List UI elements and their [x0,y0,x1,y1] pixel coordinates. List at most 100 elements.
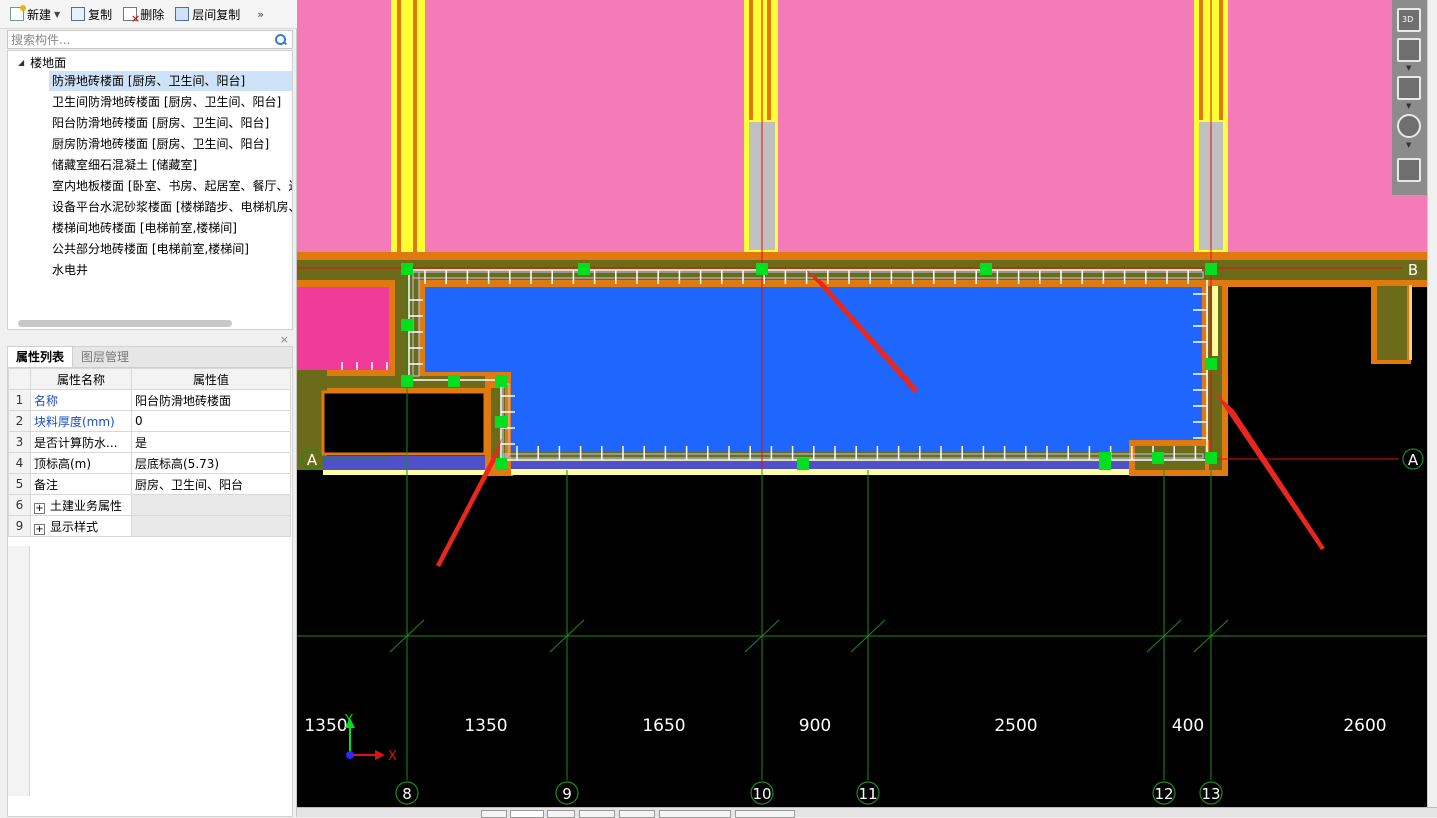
room-fill [297,287,389,372]
properties-table: 属性名称 属性值 1 名称 阳台防滑地砖楼面 2 块料厚度(mm) 0 3 是否… [8,368,291,537]
prop-value [131,494,291,516]
grip-point[interactable] [1205,263,1217,275]
prop-value[interactable]: 厨房、卫生间、阳台 [131,473,291,495]
prop-value[interactable]: 是 [131,431,291,453]
table-row[interactable]: 4 顶标高(m) 层底标高(5.73) [8,452,291,474]
grip-point[interactable] [578,263,590,275]
grid-view-icon[interactable] [1397,158,1421,182]
expand-triangle-icon[interactable]: ◢ [18,58,24,67]
grip-point[interactable] [1099,452,1111,470]
tree-root-floor[interactable]: ◢ 楼地面 [18,53,66,71]
table-header-row: 属性名称 属性值 [8,368,291,390]
tab-properties[interactable]: 属性列表 [8,347,74,367]
prop-value[interactable]: 0 [131,410,291,432]
view-3d-button[interactable]: 3D [1397,8,1421,32]
grip-point[interactable] [401,263,413,275]
tree-item[interactable]: 卫生间防滑地砖楼面 [厨房、卫生间、阳台] [49,92,292,112]
view-top-cube-button[interactable] [1397,38,1421,62]
panel-splitter[interactable]: × [7,333,293,346]
grid-label: 8 [402,785,412,803]
left-panel: 新建 ▼ 复制 删除 层间复制 » ◢ 楼地面 防滑地砖楼面 [厨房、卫生间、阳… [0,0,297,817]
grip-point[interactable] [401,375,413,387]
prop-value [131,515,291,537]
row-index: 6 [8,494,31,516]
expand-plus-icon[interactable]: + [34,502,45,514]
close-icon[interactable]: × [280,333,289,346]
prop-value[interactable]: 阳台防滑地砖楼面 [131,389,291,411]
new-button[interactable]: 新建 ▼ [6,3,64,25]
axis-bubble-a-right[interactable]: A [1402,448,1424,470]
grip-point[interactable] [1205,452,1217,464]
tree-item[interactable]: 楼梯间地砖楼面 [电梯前室,楼梯间] [49,218,292,238]
component-tree: ◢ 楼地面 防滑地砖楼面 [厨房、卫生间、阳台] 卫生间防滑地砖楼面 [厨房、卫… [7,50,293,330]
dimension-label: 400 [1172,716,1204,736]
copy-button[interactable]: 复制 [67,3,116,25]
table-row[interactable]: 6 + 土建业务属性 [8,494,291,516]
chevron-down-icon[interactable]: ▼ [1406,102,1411,110]
header-value: 属性值 [131,368,291,390]
axis-label-b: B [1408,261,1418,279]
floor-copy-button[interactable]: 层间复制 [171,3,244,25]
tree-item[interactable]: 公共部分地砖楼面 [电梯前室,楼梯间] [49,239,292,259]
chevron-down-icon[interactable]: ▼ [1406,141,1411,149]
drawing-canvas[interactable]: A A B 1350 1350 1650 900 2500 400 2600 8… [297,0,1427,807]
status-bar [297,807,1437,818]
grid-label: 12 [1154,785,1173,803]
prop-name: 土建业务属性 [50,498,123,513]
tree-item[interactable]: 室内地板楼面 [卧室、书房、起居室、餐厅、过 [49,176,292,196]
grip-point[interactable] [495,458,507,470]
properties-tabs: 属性列表 图层管理 [8,347,292,368]
search-icon[interactable] [274,33,288,47]
rotate-icon[interactable] [1397,114,1421,138]
ucs-y-label: Y [344,713,353,728]
prop-group[interactable]: + 土建业务属性 [30,494,132,516]
grip-point[interactable] [980,263,992,275]
delete-button[interactable]: 删除 [119,3,168,25]
table-row[interactable]: 1 名称 阳台防滑地砖楼面 [8,389,291,411]
table-row[interactable]: 9 + 显示样式 [8,515,291,537]
slab-edge [511,469,1129,475]
prop-name: 块料厚度(mm) [30,410,132,432]
prop-group[interactable]: + 显示样式 [30,515,132,537]
grid-label: 11 [858,785,877,803]
table-row[interactable]: 2 块料厚度(mm) 0 [8,410,291,432]
axis-label-a: A [1408,451,1419,469]
grid-label: 10 [752,785,771,803]
grip-point[interactable] [1152,452,1164,464]
column [753,0,767,120]
grip-point[interactable] [401,319,413,331]
tree-item[interactable]: 设备平台水泥砂浆楼面 [楼梯踏步、电梯机房、 [49,197,292,217]
chevron-down-icon[interactable]: ▼ [54,10,60,19]
axis-label-a: A [307,451,318,469]
tab-layers[interactable]: 图层管理 [73,347,137,367]
tree-horizontal-scrollbar[interactable] [18,320,232,327]
row-index: 5 [8,473,31,495]
grip-point[interactable] [495,416,507,428]
ucs-icon: X Y [344,713,397,764]
wall [419,280,425,376]
wall [1377,286,1407,360]
grip-point[interactable] [797,458,809,470]
grip-point[interactable] [756,263,768,275]
table-row[interactable]: 3 是否计算防水... 是 [8,431,291,453]
tree-item[interactable]: 储藏室细石混凝土 [储藏室] [49,155,292,175]
expand-plus-icon[interactable]: + [34,523,45,535]
toolbar-overflow-icon[interactable]: » [257,8,264,21]
prop-value[interactable]: 层底标高(5.73) [131,452,291,474]
table-row[interactable]: 5 备注 厨房、卫生间、阳台 [8,473,291,495]
search-input[interactable] [8,31,274,48]
dimension-label: 1350 [464,716,507,736]
tree-item[interactable]: 水电井 [49,260,292,280]
plan-drawing[interactable]: A A B 1350 1350 1650 900 2500 400 2600 8… [297,0,1427,807]
row-index: 9 [8,515,31,537]
grip-point[interactable] [495,375,507,387]
tree-item[interactable]: 阳台防滑地砖楼面 [厨房、卫生间、阳台] [49,113,292,133]
tree-item[interactable]: 厨房防滑地砖楼面 [厨房、卫生间、阳台] [49,134,292,154]
chevron-down-icon[interactable]: ▼ [1406,64,1411,72]
ucs-x-label: X [388,749,397,764]
grip-point[interactable] [448,375,460,387]
slab-edge [323,470,485,475]
view-cube-button[interactable] [1397,76,1421,100]
grip-point[interactable] [1205,358,1217,370]
tree-item[interactable]: 防滑地砖楼面 [厨房、卫生间、阳台] [49,71,292,91]
